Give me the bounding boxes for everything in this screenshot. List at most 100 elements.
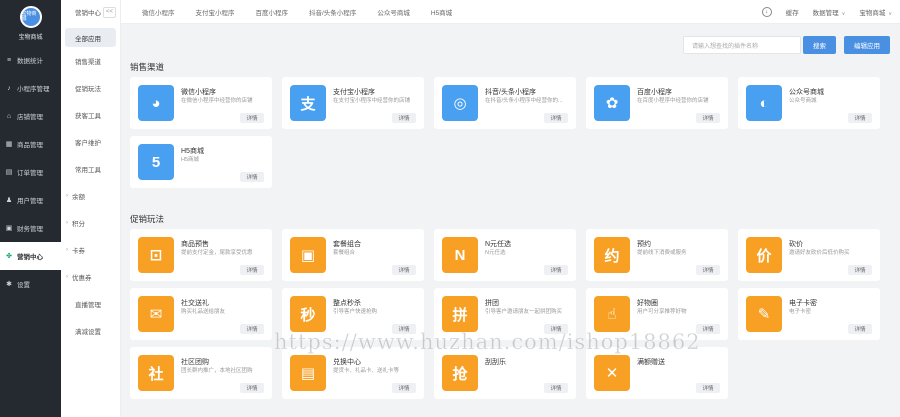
app-card-description: N元任选	[485, 250, 506, 256]
detail-button[interactable]: 详情	[696, 113, 720, 123]
sidebar-item[interactable]: ▤ 订单管理	[0, 158, 61, 186]
detail-button[interactable]: 详情	[848, 324, 872, 334]
detail-button[interactable]: 详情	[696, 383, 720, 393]
subnav-item-label: 满减设置	[75, 328, 101, 336]
app-card[interactable]: N N元任选 N元任选 详情	[434, 229, 576, 281]
sidebar-item-label: 用户管理	[17, 198, 43, 205]
detail-button[interactable]: 详情	[848, 265, 872, 275]
app-card[interactable]: ✎ 电子卡密 电子卡密 详情	[738, 288, 880, 340]
app-card[interactable]: ✿ 百度小程序 在百度小程序中经营你的店铺 详情	[586, 77, 728, 129]
sidebar-item[interactable]: ✤ 营销中心	[0, 242, 61, 270]
channel-tab[interactable]: H5商城	[431, 7, 452, 17]
detail-button[interactable]: 详情	[240, 324, 264, 334]
app-card-description: 公众号商城	[789, 98, 817, 104]
chevron-right-icon: ›	[66, 246, 68, 253]
subnav-item[interactable]: › 余额	[61, 182, 120, 209]
subnav-item[interactable]: › 积分	[61, 209, 120, 236]
detail-button[interactable]: 详情	[240, 172, 264, 182]
search-button[interactable]: 搜索	[803, 36, 836, 54]
app-card[interactable]: 5 H5商城 H5商城 详情	[130, 136, 272, 188]
detail-button[interactable]: 详情	[696, 265, 720, 275]
subnav-item[interactable]: › 优惠券	[61, 263, 120, 290]
plugin-search-input[interactable]: 请输入想查找的插件名称	[683, 36, 801, 54]
detail-button[interactable]: 详情	[848, 113, 872, 123]
app-card[interactable]: ▣ 套餐组合 套餐组合 详情	[282, 229, 424, 281]
app-card-title: 刮刮乐	[485, 359, 506, 366]
detail-button[interactable]: 详情	[240, 265, 264, 275]
top-bar: 微信小程序 支付宝小程序 百度小程序 抖音/头条小程序 公众号商城 H5商城 ↓ 缓存 数…	[121, 0, 900, 24]
app-card[interactable]: ⊡ 商品预售 提前支付定金，尾款享受优惠 详情	[130, 229, 272, 281]
app-card[interactable]: 价砍价 邀请好友砍价后低价购买 详情	[738, 229, 880, 281]
app-card[interactable]: ✉ 社交送礼 购买礼品送给朋友 详情	[130, 288, 272, 340]
sidebar-item[interactable]: ✱ 设置	[0, 270, 61, 298]
app-card[interactable]: ◐ 公众号商城 公众号商城 详情	[738, 77, 880, 129]
detail-button[interactable]: 详情	[544, 383, 568, 393]
app-card-description: 在支付宝小程序中经营你的店铺	[333, 98, 411, 104]
subnav-item-label: 直播管理	[75, 301, 101, 309]
subnav-item-label: 全部应用	[75, 35, 101, 43]
subnav-item[interactable]: 促销玩法	[61, 74, 120, 101]
subnav-item[interactable]: 直播管理	[61, 290, 120, 317]
collapse-button[interactable]: <<	[103, 6, 116, 18]
subnav-menu: 全部应用 销售渠道 促销玩法 获客工具 客户维护 常用工具 › 余额 › 积分 › 卡券 › 优惠券 直播管…	[61, 28, 120, 344]
detail-button[interactable]: 详情	[240, 383, 264, 393]
finance-icon: ▣	[5, 225, 13, 232]
sidebar-item[interactable]: ♟ 用户管理	[0, 186, 61, 214]
sidebar-item-label: 财务管理	[17, 226, 43, 233]
community-icon: 社	[138, 355, 174, 391]
subnav-item-label: 积分	[72, 220, 85, 228]
detail-button[interactable]: 详情	[544, 265, 568, 275]
subnav-item[interactable]: 客户维护	[61, 128, 120, 155]
app-card[interactable]: 抢刮刮乐详情	[434, 347, 576, 399]
app-card-description: 在微信小程序中经营你的店铺	[181, 98, 253, 104]
edit-apps-button[interactable]: 编辑应用	[844, 36, 890, 54]
app-card[interactable]: 约预约 提前线下消费或服务 详情	[586, 229, 728, 281]
cache-link[interactable]: 缓存	[786, 7, 799, 17]
subnav-item[interactable]: › 卡券	[61, 236, 120, 263]
subnav-item[interactable]: 销售渠道	[61, 47, 120, 74]
channel-tab[interactable]: 抖音/头条小程序	[309, 7, 356, 17]
sidebar-item[interactable]: ♪ 小程序管理	[0, 74, 61, 102]
html5-icon: 5	[138, 144, 174, 180]
app-card[interactable]: 支支付宝小程序 在支付宝小程序中经营你的店铺 详情	[282, 77, 424, 129]
gift-icon: ✉	[138, 296, 174, 332]
sidebar-item[interactable]: ▣ 财务管理	[0, 214, 61, 242]
shop-name: 宝物商城	[18, 34, 43, 41]
subnav-item[interactable]: 满减设置	[61, 317, 120, 344]
detail-button[interactable]: 详情	[544, 113, 568, 123]
detail-button[interactable]: 详情	[240, 113, 264, 123]
sidebar-item[interactable]: ▦ 商品管理	[0, 130, 61, 158]
store-menu[interactable]: 宝物商城 ∨	[859, 7, 892, 17]
subnav-item[interactable]: 全部应用	[65, 28, 116, 47]
detail-button[interactable]: 详情	[392, 265, 416, 275]
sidebar-item[interactable]: ≡ 数据统计	[0, 46, 61, 74]
channel-tab[interactable]: 支付宝小程序	[196, 7, 235, 17]
subnav-item-label: 优惠券	[72, 274, 92, 282]
detail-button[interactable]: 详情	[392, 383, 416, 393]
scratch-icon: 抢	[442, 355, 478, 391]
app-card[interactable]: ◎ 抖音/头条小程序 在抖音/头条小程序中经营你的... 详情	[434, 77, 576, 129]
subnav-item-label: 获客工具	[75, 112, 101, 120]
sidebar-item[interactable]: ⌂ 店铺管理	[0, 102, 61, 130]
app-card[interactable]: ✕ 满额赠送 详情	[586, 347, 728, 399]
store-icon: ⌂	[6, 112, 12, 120]
shop-logo-area[interactable]: 宝物商城 宝物商城	[0, 0, 61, 46]
app-card[interactable]: ▤ 兑换中心 提货卡、礼品卡、送礼卡等 详情	[282, 347, 424, 399]
channel-tab[interactable]: 微信小程序	[142, 7, 175, 17]
app-card[interactable]: ◕ 微信小程序 在微信小程序中经营你的店铺 详情	[130, 77, 272, 129]
channel-tab[interactable]: 公众号商城	[377, 7, 410, 17]
download-icon[interactable]: ↓	[761, 7, 772, 17]
app-card-description: 提货卡、礼品卡、送礼卡等	[333, 368, 400, 374]
sales-channel-grid: ◕ 微信小程序 在微信小程序中经营你的店铺 详情支支付宝小程序 在支付宝小程序中经营你的…	[130, 77, 880, 188]
subnav-item[interactable]: 获客工具	[61, 101, 120, 128]
group-buy-icon: 拼	[442, 296, 478, 332]
detail-button[interactable]: 详情	[392, 113, 416, 123]
chevron-right-icon: ›	[66, 273, 68, 280]
ecard-icon: ✎	[746, 296, 782, 332]
admin-menu[interactable]: 数据管理 ∨	[813, 7, 846, 17]
subnav-item[interactable]: 常用工具	[61, 155, 120, 182]
app-card-description: 提前线下消费或服务	[637, 250, 687, 256]
chevron-down-icon: ∨	[841, 11, 846, 17]
channel-tab[interactable]: 百度小程序	[256, 7, 289, 17]
app-card[interactable]: 社社区团购 团长群内推广，本地社区团购 详情	[130, 347, 272, 399]
